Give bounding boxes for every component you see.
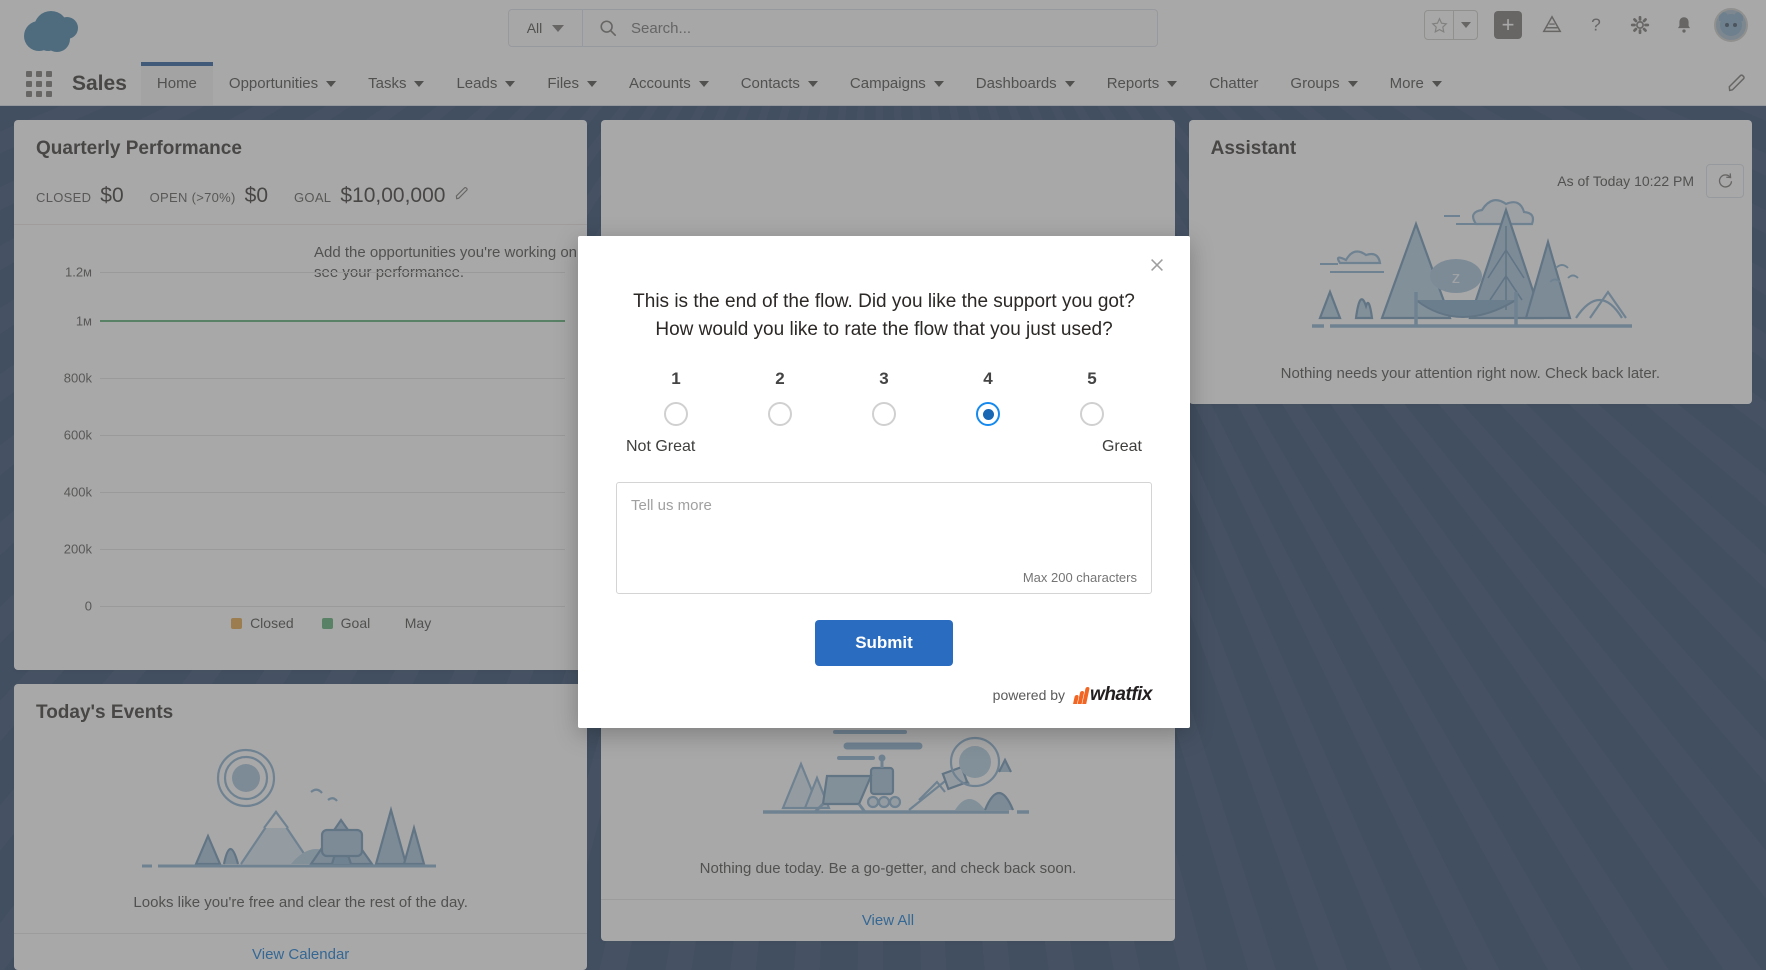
rating-radio[interactable] (872, 402, 896, 426)
close-icon[interactable] (1146, 256, 1168, 278)
rating-option-5[interactable]: 5 (1040, 369, 1144, 426)
powered-by-whatfix: powered by whatfix (993, 684, 1152, 706)
question-line-2: How would you like to rate the flow that… (608, 316, 1160, 344)
feedback-textarea[interactable]: Tell us more Max 200 characters (616, 482, 1152, 594)
rating-radio[interactable] (1080, 402, 1104, 426)
submit-button[interactable]: Submit (815, 620, 953, 666)
whatfix-wordmark: whatfix (1090, 684, 1152, 706)
screen-root: All Search... + (0, 0, 1766, 970)
rating-option-1[interactable]: 1 (624, 369, 728, 426)
rating-number: 2 (775, 369, 784, 389)
rating-high-label: Great (1102, 438, 1142, 456)
rating-option-3[interactable]: 3 (832, 369, 936, 426)
rating-radio[interactable] (768, 402, 792, 426)
feedback-placeholder: Tell us more (631, 497, 712, 514)
whatfix-flame-icon (1074, 687, 1088, 704)
rating-number: 5 (1087, 369, 1096, 389)
rating-number: 4 (983, 369, 992, 389)
question-line-1: This is the end of the flow. Did you lik… (608, 288, 1160, 316)
submit-row: Submit (578, 620, 1190, 666)
feedback-modal: This is the end of the flow. Did you lik… (578, 236, 1190, 728)
rating-radio-selected[interactable] (976, 402, 1000, 426)
rating-radio[interactable] (664, 402, 688, 426)
rating-option-2[interactable]: 2 (728, 369, 832, 426)
feedback-question: This is the end of the flow. Did you lik… (578, 236, 1190, 343)
rating-number: 3 (879, 369, 888, 389)
character-limit-hint: Max 200 characters (1023, 570, 1137, 585)
rating-endpoint-labels: Not Great Great (578, 426, 1190, 456)
rating-low-label: Not Great (626, 438, 695, 456)
powered-by-text: powered by (993, 687, 1065, 703)
whatfix-logo: whatfix (1074, 684, 1152, 706)
rating-number: 1 (671, 369, 680, 389)
rating-scale: 1 2 3 4 5 (578, 369, 1190, 426)
rating-option-4[interactable]: 4 (936, 369, 1040, 426)
